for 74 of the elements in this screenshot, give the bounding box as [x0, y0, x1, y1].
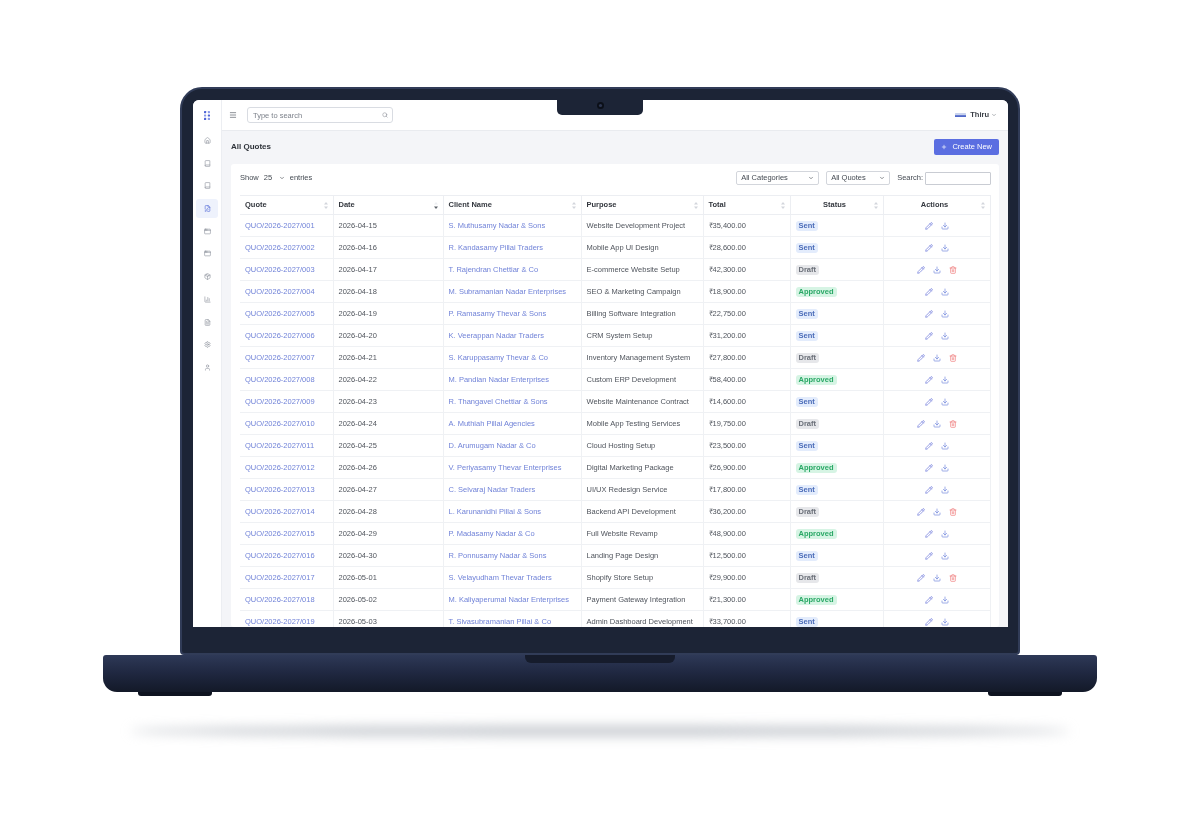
chart-icon [203, 295, 211, 303]
book-icon [203, 159, 211, 167]
sort-icon[interactable] [780, 201, 785, 209]
trash-icon[interactable] [948, 419, 957, 428]
pencil-icon[interactable] [924, 595, 933, 604]
sort-icon[interactable] [873, 201, 878, 209]
search-field[interactable] [925, 171, 991, 185]
download-icon[interactable] [940, 309, 949, 318]
download-icon[interactable] [940, 287, 949, 296]
pencil-icon[interactable] [924, 617, 933, 626]
sort-icon[interactable] [980, 201, 985, 209]
pencil-icon[interactable] [916, 419, 925, 428]
menu-icon[interactable] [229, 111, 237, 119]
chevron-down-icon [278, 175, 285, 181]
download-icon[interactable] [940, 529, 949, 538]
download-icon[interactable] [932, 265, 941, 274]
download-icon[interactable] [932, 419, 941, 428]
pencil-icon[interactable] [924, 331, 933, 340]
download-icon[interactable] [940, 485, 949, 494]
pencil-icon[interactable] [924, 375, 933, 384]
user-icon [203, 363, 211, 371]
settings-icon [203, 341, 211, 349]
download-icon[interactable] [940, 331, 949, 340]
pencil-icon[interactable] [924, 529, 933, 538]
pencil-icon[interactable] [924, 309, 933, 318]
download-icon[interactable] [940, 551, 949, 560]
plus-icon [941, 144, 948, 150]
download-icon[interactable] [940, 595, 949, 604]
download-icon[interactable] [940, 617, 949, 626]
sort-icon[interactable] [571, 201, 576, 209]
pencil-icon[interactable] [924, 397, 933, 406]
download-icon[interactable] [940, 397, 949, 406]
camera-icon [596, 102, 604, 109]
download-icon[interactable] [940, 441, 949, 450]
sidebar-item[interactable] [196, 199, 218, 219]
pencil-icon[interactable] [924, 485, 933, 494]
pencil-icon[interactable] [916, 353, 925, 362]
window-icon [203, 250, 211, 258]
trash-icon[interactable] [948, 507, 957, 516]
download-icon[interactable] [932, 353, 941, 362]
pencil-icon[interactable] [916, 265, 925, 274]
pencil-icon[interactable] [924, 243, 933, 252]
pencil-icon[interactable] [924, 551, 933, 560]
search-icon[interactable] [382, 112, 388, 118]
home-icon [203, 137, 211, 144]
trash-icon[interactable] [948, 265, 957, 274]
pencil-icon[interactable] [916, 507, 925, 516]
chevron-down-icon [808, 175, 815, 181]
download-icon[interactable] [940, 463, 949, 472]
download-icon[interactable] [940, 243, 949, 252]
chevron-down-icon[interactable] [991, 112, 997, 118]
logo-icon[interactable] [204, 111, 210, 120]
download-icon[interactable] [940, 221, 949, 230]
pencil-icon[interactable] [924, 463, 933, 472]
window-icon [203, 227, 211, 235]
file-edit-icon [203, 205, 211, 213]
document-icon [203, 318, 211, 326]
trash-icon[interactable] [948, 353, 957, 362]
sort-icon[interactable] [323, 201, 328, 209]
profile-image-icon [955, 113, 967, 117]
pencil-icon[interactable] [924, 287, 933, 296]
box-icon [203, 273, 211, 281]
pencil-icon[interactable] [924, 441, 933, 450]
sort-down-icon[interactable] [433, 201, 438, 209]
chevron-down-icon [879, 175, 886, 181]
book-icon [203, 182, 211, 190]
page-title: All Quotes [231, 141, 271, 153]
download-icon[interactable] [940, 375, 949, 384]
pencil-icon[interactable] [924, 221, 933, 230]
download-icon[interactable] [932, 573, 941, 582]
sort-icon[interactable] [693, 201, 698, 209]
pencil-icon[interactable] [916, 573, 925, 582]
trash-icon[interactable] [948, 573, 957, 582]
download-icon[interactable] [932, 507, 941, 516]
